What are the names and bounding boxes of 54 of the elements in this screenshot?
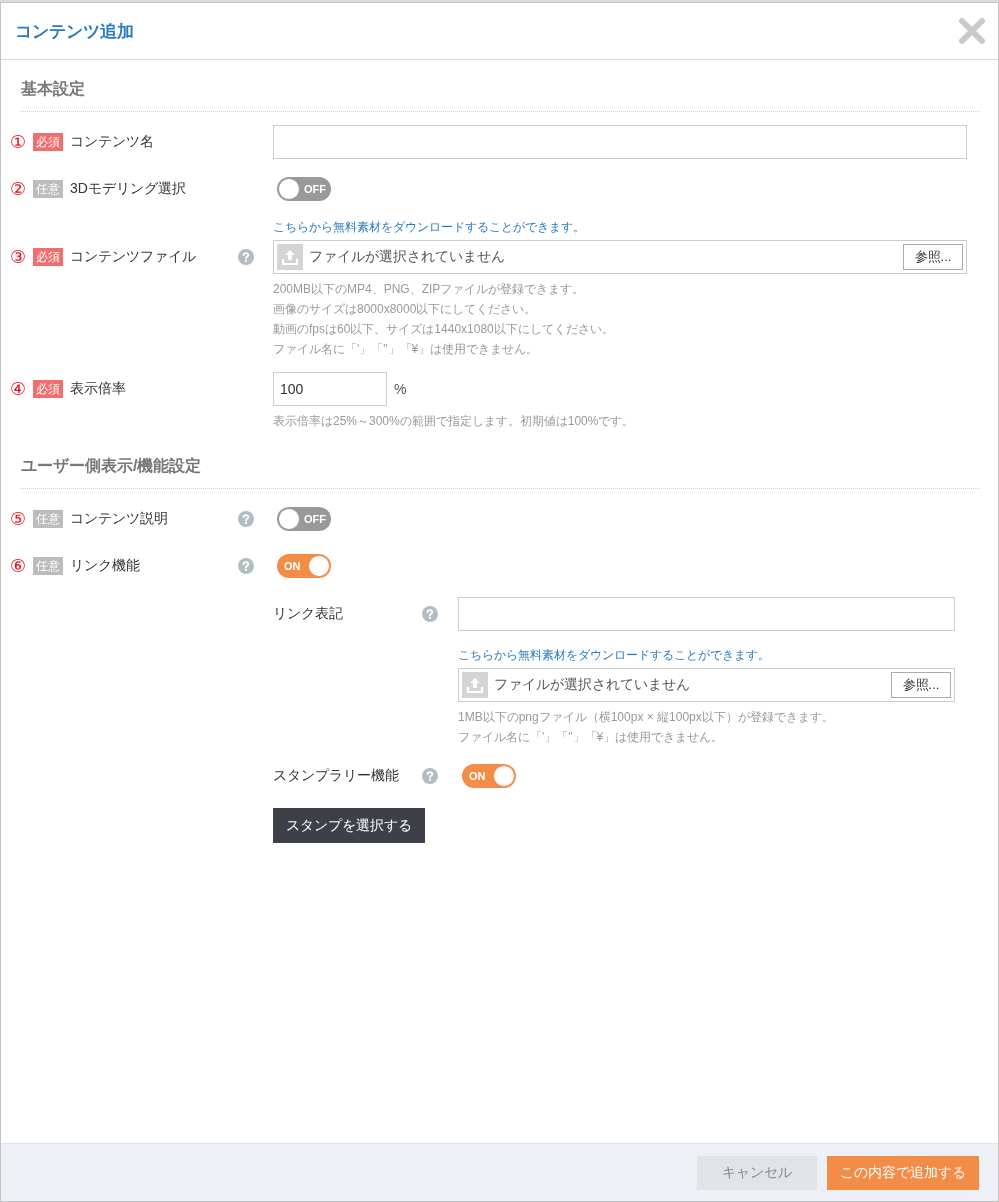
requirement-badge: 任意: [33, 510, 63, 528]
browse-button[interactable]: 参照...: [903, 244, 963, 270]
file-field[interactable]: ファイルが選択されていません 参照...: [458, 668, 955, 702]
file-status-text: ファイルが選択されていません: [494, 676, 690, 694]
help-icon[interactable]: [238, 511, 254, 527]
upload-icon: [277, 244, 303, 270]
help-icon[interactable]: [238, 249, 254, 265]
cancel-button[interactable]: キャンセル: [697, 1155, 817, 1190]
field-label: コンテンツ説明: [70, 510, 168, 528]
toggle-switch[interactable]: OFF: [277, 177, 331, 201]
section-heading: ユーザー側表示/機能設定: [21, 456, 202, 476]
section-heading: 基本設定: [21, 79, 85, 99]
requirement-badge: 必須: [33, 133, 63, 151]
download-link[interactable]: こちらから無料素材をダウンロードすることができます。: [273, 219, 585, 235]
field-label: リンク機能: [70, 557, 140, 575]
file-field[interactable]: ファイルが選択されていません 参照...: [273, 240, 967, 274]
unit-label: %: [394, 381, 407, 397]
hint-text: 200MB以下のMP4、PNG、ZIPファイルが登録できます。: [273, 281, 586, 298]
hint-text: ファイル名に「'」「"」「¥」は使用できません。: [458, 729, 725, 746]
step-number: ⑤: [10, 509, 28, 529]
field-label: スタンプラリー機能: [273, 767, 399, 785]
toggle-switch[interactable]: OFF: [277, 507, 331, 531]
hint-text: 表示倍率は25%～300%の範囲で指定します。初期値は100%です。: [273, 413, 635, 430]
step-number: ③: [10, 247, 28, 267]
file-status-text: ファイルが選択されていません: [309, 248, 505, 266]
hint-text: 動画のfpsは60以下、サイズは1440x1080以下にしてください。: [273, 321, 614, 338]
help-icon[interactable]: [422, 768, 438, 784]
step-number: ①: [10, 132, 28, 152]
text-input[interactable]: [273, 125, 967, 159]
field-label: リンク表記: [273, 605, 343, 623]
field-label: 3Dモデリング選択: [70, 180, 186, 198]
browse-button[interactable]: 参照...: [891, 672, 951, 698]
requirement-badge: 任意: [33, 557, 63, 575]
step-number: ⑥: [10, 556, 28, 576]
requirement-badge: 任意: [33, 180, 63, 198]
hint-text: ファイル名に「'」「"」「¥」は使用できません。: [273, 341, 540, 358]
requirement-badge: 必須: [33, 380, 63, 398]
help-icon[interactable]: [422, 606, 438, 622]
field-label: 表示倍率: [70, 380, 126, 398]
hint-text: 1MB以下のpngファイル（横100px × 縦100px以下）が登録できます。: [458, 709, 834, 726]
dialog-title: コンテンツ追加: [15, 20, 134, 43]
upload-icon: [462, 672, 488, 698]
hint-text: 画像のサイズは8000x8000以下にしてください。: [273, 301, 538, 318]
select-stamp-button[interactable]: スタンプを選択する: [273, 808, 425, 843]
text-input[interactable]: [458, 597, 955, 631]
requirement-badge: 必須: [33, 248, 63, 266]
close-icon[interactable]: [959, 18, 985, 44]
help-icon[interactable]: [238, 558, 254, 574]
field-label: コンテンツファイル: [70, 248, 196, 266]
field-label: コンテンツ名: [70, 133, 154, 151]
download-link[interactable]: こちらから無料素材をダウンロードすることができます。: [458, 647, 770, 663]
number-input[interactable]: 100: [273, 372, 387, 406]
step-number: ④: [10, 379, 28, 399]
step-number: ②: [10, 179, 28, 199]
